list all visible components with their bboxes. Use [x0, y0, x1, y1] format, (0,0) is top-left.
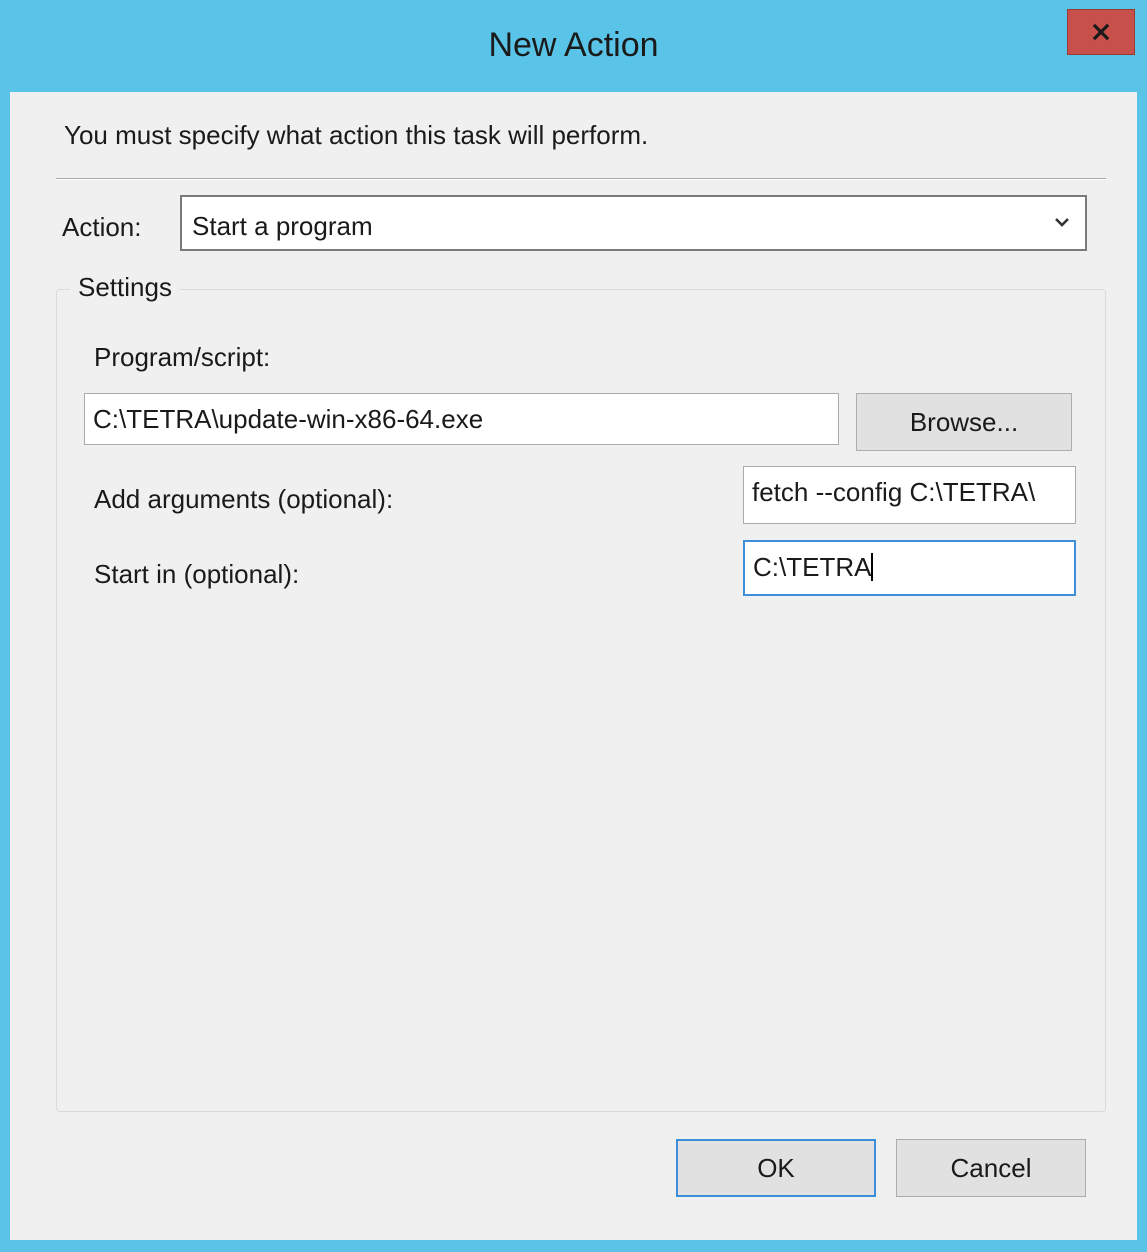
add-arguments-input[interactable]: fetch --config C:\TETRA\: [743, 466, 1076, 524]
start-in-label: Start in (optional):: [94, 559, 300, 589]
header-separator: [56, 178, 1106, 180]
start-in-text: C:\TETRA: [753, 552, 872, 582]
cancel-button[interactable]: Cancel: [896, 1139, 1086, 1197]
action-dropdown[interactable]: Start a program: [180, 195, 1087, 251]
start-in-value: C:\TETRA: [753, 552, 874, 583]
new-action-window: New Action You must specify what action …: [0, 0, 1147, 1252]
start-in-input[interactable]: C:\TETRA: [743, 540, 1076, 596]
close-icon: [1091, 22, 1111, 42]
action-label: Action:: [62, 212, 142, 242]
program-script-value: C:\TETRA\update-win-x86-64.exe: [93, 404, 484, 434]
dialog-body: You must specify what action this task w…: [10, 92, 1137, 1240]
window-title: New Action: [488, 26, 659, 64]
program-script-input[interactable]: C:\TETRA\update-win-x86-64.exe: [84, 393, 839, 445]
title-bar: New Action: [0, 0, 1147, 92]
add-arguments-value: fetch --config C:\TETRA\: [752, 477, 1036, 507]
close-button[interactable]: [1067, 9, 1135, 55]
settings-legend: Settings: [70, 272, 180, 303]
program-script-label: Program/script:: [94, 342, 271, 372]
instruction-text: You must specify what action this task w…: [64, 120, 649, 150]
ok-button[interactable]: OK: [676, 1139, 876, 1197]
text-caret: [871, 553, 874, 581]
browse-button[interactable]: Browse...: [856, 393, 1072, 451]
chevron-down-icon: [1053, 215, 1071, 234]
action-dropdown-value: Start a program: [192, 211, 373, 241]
add-arguments-label: Add arguments (optional):: [94, 484, 394, 514]
